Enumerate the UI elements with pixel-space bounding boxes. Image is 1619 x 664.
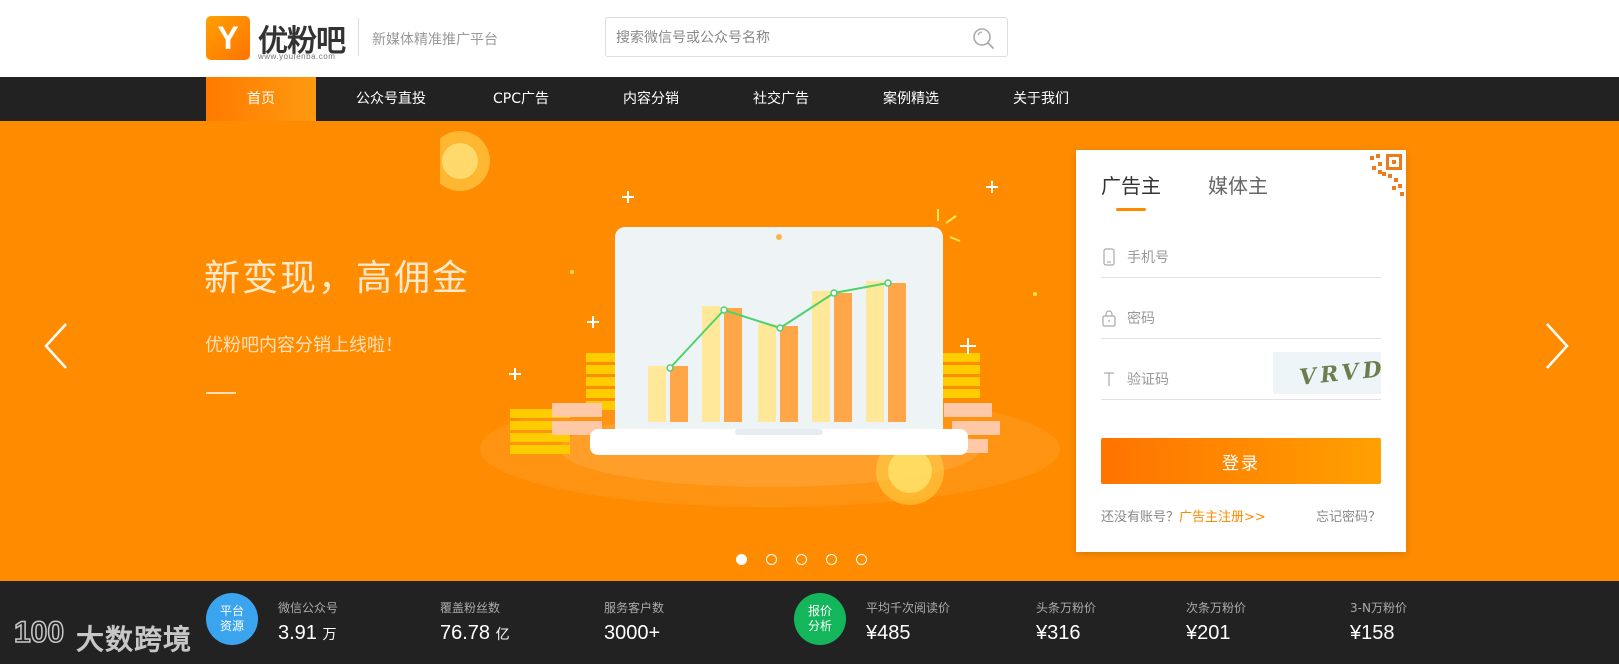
nav-item-about[interactable]: 关于我们 — [990, 77, 1092, 121]
carousel-dot-1[interactable] — [736, 554, 747, 565]
nav-item-direct[interactable]: 公众号直投 — [340, 77, 442, 121]
logo[interactable]: Y 优粉吧 www.youfenba.com — [206, 16, 356, 62]
stat-value: ¥158 — [1350, 622, 1395, 644]
carousel-prev-button[interactable] — [38, 316, 78, 376]
login-button[interactable]: 登录 — [1101, 438, 1381, 484]
stat-label: 次条万粉价 — [1186, 601, 1247, 615]
captcha-text: VRVD — [1298, 356, 1381, 391]
nav-item-content[interactable]: 内容分销 — [600, 77, 702, 121]
stat-label: 微信公众号 — [278, 601, 339, 615]
stat-value: ¥485 — [866, 622, 911, 644]
watermark-text: 大数跨境 — [76, 623, 193, 656]
carousel-dot-3[interactable] — [796, 554, 807, 565]
stat-label: 覆盖粉丝数 — [440, 601, 501, 615]
watermark: 100 大数跨境 — [12, 610, 212, 656]
banner-title: 新变现，高佣金 — [204, 258, 471, 299]
chevron-right-icon — [1546, 323, 1569, 369]
tab-media[interactable]: 媒体主 — [1208, 170, 1268, 199]
badge-line-2: 分析 — [807, 619, 832, 633]
search-icon — [973, 28, 994, 49]
stats-bar: 平台 资源 微信公众号 3.91 万 覆盖粉丝数 76.78 亿 服务客户数 3… — [0, 581, 1619, 664]
search-input[interactable] — [616, 26, 956, 50]
stat-value: 3000+ — [604, 622, 661, 644]
no-account-text: 还没有账号？ — [1101, 510, 1180, 525]
badge-line-2: 资源 — [219, 619, 244, 633]
stat-avg-cpm: 平均千次阅读价 ¥485 — [866, 599, 950, 645]
tab-advertiser[interactable]: 广告主 — [1101, 170, 1161, 199]
nav-item-home[interactable]: 首页 — [206, 77, 316, 121]
phone-icon — [1103, 248, 1115, 266]
text-cursor-icon — [1104, 372, 1114, 386]
chevron-left-icon — [44, 323, 67, 369]
stat-value: 76.78 亿 — [440, 622, 510, 644]
carousel-dot-5[interactable] — [856, 554, 867, 565]
search-button[interactable] — [971, 26, 997, 50]
logo-url: www.youfenba.com — [258, 52, 336, 61]
login-card: 广告主 媒体主 VRVD 登录 还没有账号？广告主注册>> 忘记 — [1076, 150, 1406, 552]
stat-wechat-accounts: 微信公众号 3.91 万 — [278, 599, 338, 645]
stat-label: 服务客户数 — [604, 601, 665, 615]
nav-item-cpc[interactable]: CPC广告 — [470, 77, 572, 121]
phone-field — [1101, 238, 1381, 278]
phone-input[interactable] — [1127, 246, 1297, 270]
carousel-dot-4[interactable] — [826, 554, 837, 565]
forgot-password-link[interactable]: 忘记密码？ — [1316, 506, 1381, 525]
register-link[interactable]: 广告主注册>> — [1179, 510, 1266, 525]
banner-subtitle: 优粉吧内容分销上线啦！ — [205, 335, 403, 356]
price-analysis-badge: 报价 分析 — [794, 593, 846, 645]
stat-label: 3-N万粉价 — [1350, 601, 1407, 615]
nav-item-social[interactable]: 社交广告 — [730, 77, 832, 121]
search-box — [605, 17, 1008, 57]
banner-dash — [206, 392, 236, 394]
qr-code-icon[interactable] — [1352, 150, 1406, 204]
stat-fans-covered: 覆盖粉丝数 76.78 亿 — [440, 599, 510, 645]
logo-mark: Y — [206, 16, 250, 60]
stat-3n-price: 3-N万粉价 ¥158 — [1350, 599, 1407, 645]
stat-value: ¥201 — [1186, 622, 1231, 644]
carousel-dot-2[interactable] — [766, 554, 777, 565]
lock-icon — [1102, 310, 1116, 327]
captcha-image[interactable]: VRVD — [1273, 352, 1387, 394]
stat-second-price: 次条万粉价 ¥201 — [1186, 599, 1246, 645]
badge-line-1: 平台 — [219, 604, 244, 618]
badge-line-1: 报价 — [807, 604, 832, 618]
logo-divider — [358, 18, 359, 56]
stat-label: 头条万粉价 — [1036, 601, 1097, 615]
carousel-next-button[interactable] — [1535, 316, 1575, 376]
stat-label: 平均千次阅读价 — [866, 601, 951, 615]
laptop-illustration — [440, 131, 1060, 507]
stat-headline-price: 头条万粉价 ¥316 — [1036, 599, 1096, 645]
stat-value: ¥316 — [1036, 622, 1081, 644]
stat-clients-served: 服务客户数 3000+ — [604, 599, 664, 645]
password-input[interactable] — [1127, 307, 1297, 331]
password-field — [1101, 299, 1381, 339]
register-prompt: 还没有账号？广告主注册>> — [1101, 506, 1266, 525]
watermark-logo-icon: 100 — [13, 615, 65, 650]
captcha-input[interactable] — [1127, 368, 1297, 392]
captcha-field: VRVD — [1101, 352, 1387, 400]
platform-resources-badge: 平台 资源 — [206, 593, 258, 645]
svg-text:100: 100 — [14, 616, 64, 649]
stat-value: 3.91 万 — [278, 622, 337, 644]
header: Y 优粉吧 www.youfenba.com 新媒体精准推广平台 — [0, 0, 1619, 77]
slogan: 新媒体精准推广平台 — [372, 32, 498, 48]
nav-item-cases[interactable]: 案例精选 — [860, 77, 962, 121]
tab-underline — [1116, 208, 1146, 211]
main-nav: 首页 公众号直投 CPC广告 内容分销 社交广告 案例精选 关于我们 — [0, 77, 1619, 121]
